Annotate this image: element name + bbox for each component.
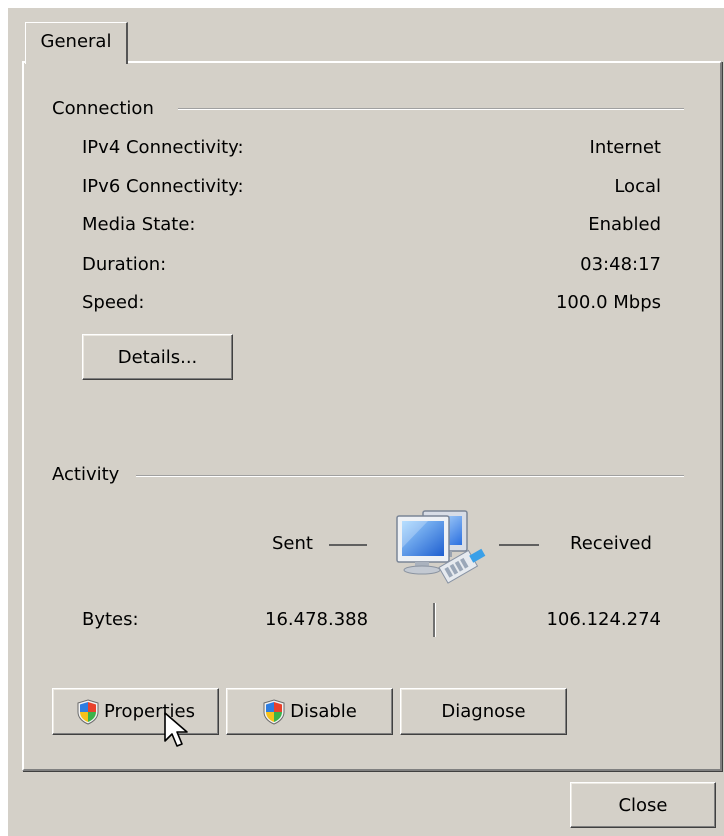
activity-group-title: Activity (52, 464, 120, 485)
speed-label: Speed: (82, 292, 145, 313)
received-dash (499, 544, 539, 546)
bytes-received-value: 106.124.274 (546, 609, 661, 630)
received-label: Received (570, 533, 652, 554)
sent-dash (329, 544, 367, 546)
activity-group-divider (136, 475, 684, 477)
media-state-label: Media State: (82, 214, 196, 235)
disable-button-label: Disable (290, 701, 357, 722)
details-button[interactable]: Details... (82, 334, 233, 380)
tab-general-label: General (40, 31, 112, 52)
bytes-separator (433, 603, 436, 637)
close-button-label: Close (618, 794, 668, 816)
tab-panel-general (22, 61, 722, 771)
disable-button[interactable]: Disable (226, 688, 393, 735)
ipv6-connectivity-label: IPv6 Connectivity: (82, 176, 244, 197)
uac-shield-icon (263, 698, 285, 725)
mouse-cursor-icon (162, 711, 192, 751)
duration-label: Duration: (82, 254, 167, 275)
ipv6-connectivity-value: Local (614, 176, 661, 197)
diagnose-button-label: Diagnose (441, 701, 526, 722)
diagnose-button[interactable]: Diagnose (400, 688, 567, 735)
sent-label: Sent (272, 533, 313, 554)
connection-group-divider (178, 108, 684, 110)
uac-shield-icon (77, 698, 99, 725)
close-button[interactable]: Close (570, 782, 716, 828)
media-state-value: Enabled (588, 214, 661, 235)
ipv4-connectivity-label: IPv4 Connectivity: (82, 137, 244, 158)
tab-general[interactable]: General (25, 22, 128, 64)
duration-value: 03:48:17 (580, 254, 661, 275)
bytes-sent-value: 16.478.388 (265, 609, 369, 630)
ipv4-connectivity-value: Internet (589, 137, 661, 158)
properties-button[interactable]: Properties (52, 688, 219, 735)
details-button-label: Details... (117, 346, 198, 368)
speed-value: 100.0 Mbps (555, 292, 661, 313)
connection-group-title: Connection (52, 98, 154, 119)
network-computers-icon (383, 506, 491, 600)
bytes-label: Bytes: (82, 609, 139, 630)
